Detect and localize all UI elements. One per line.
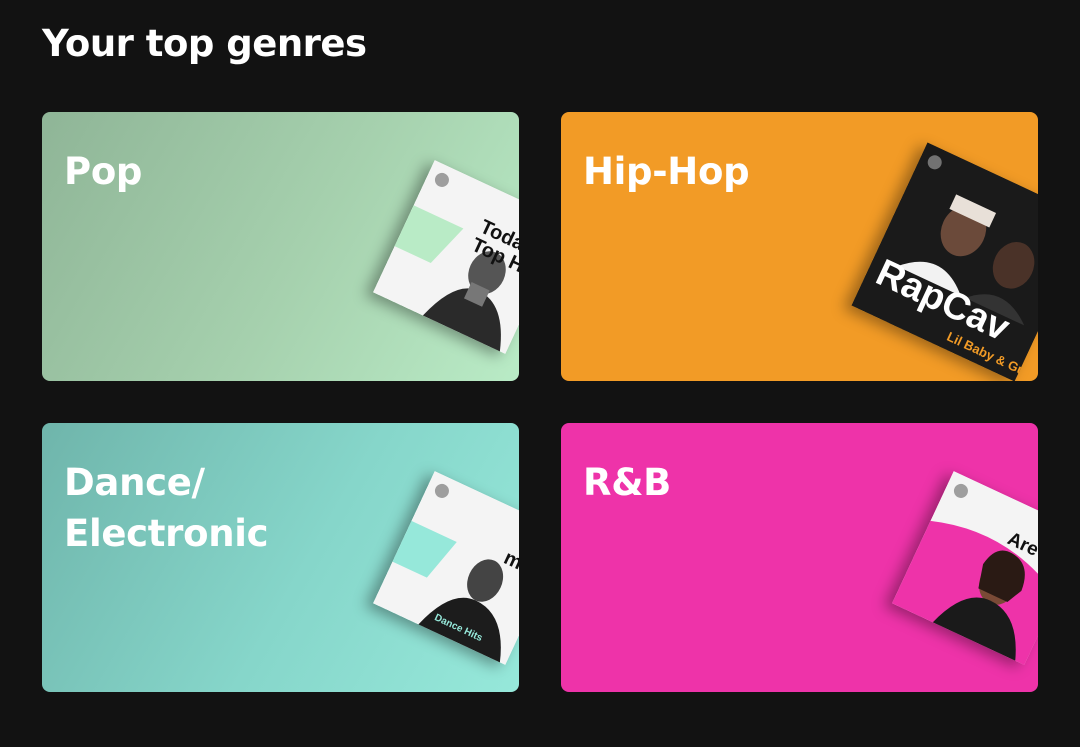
section-title: Your top genres (42, 22, 367, 65)
playlist-cover-image: Today's Top H (372, 159, 519, 355)
genre-card-rnb[interactable]: R&B Are & (561, 423, 1038, 692)
genre-title: Dance/ Electronic (64, 461, 269, 555)
genre-card-pop[interactable]: Pop Today's Top H (42, 112, 519, 381)
genre-title: R&B (583, 461, 672, 504)
playlist-cover-image: Are & (891, 470, 1038, 666)
genre-title: Pop (64, 150, 143, 193)
genre-title: Hip-Hop (583, 150, 750, 193)
genre-card-dance-electronic[interactable]: Dance/ Electronic min Dance Hits (42, 423, 519, 692)
genre-card-hiphop[interactable]: Hip-Hop RapCav Lil Baby & Gunna (561, 112, 1038, 381)
playlist-cover-image: RapCav Lil Baby & Gunna (851, 142, 1038, 381)
playlist-cover-image: min Dance Hits (372, 470, 519, 666)
